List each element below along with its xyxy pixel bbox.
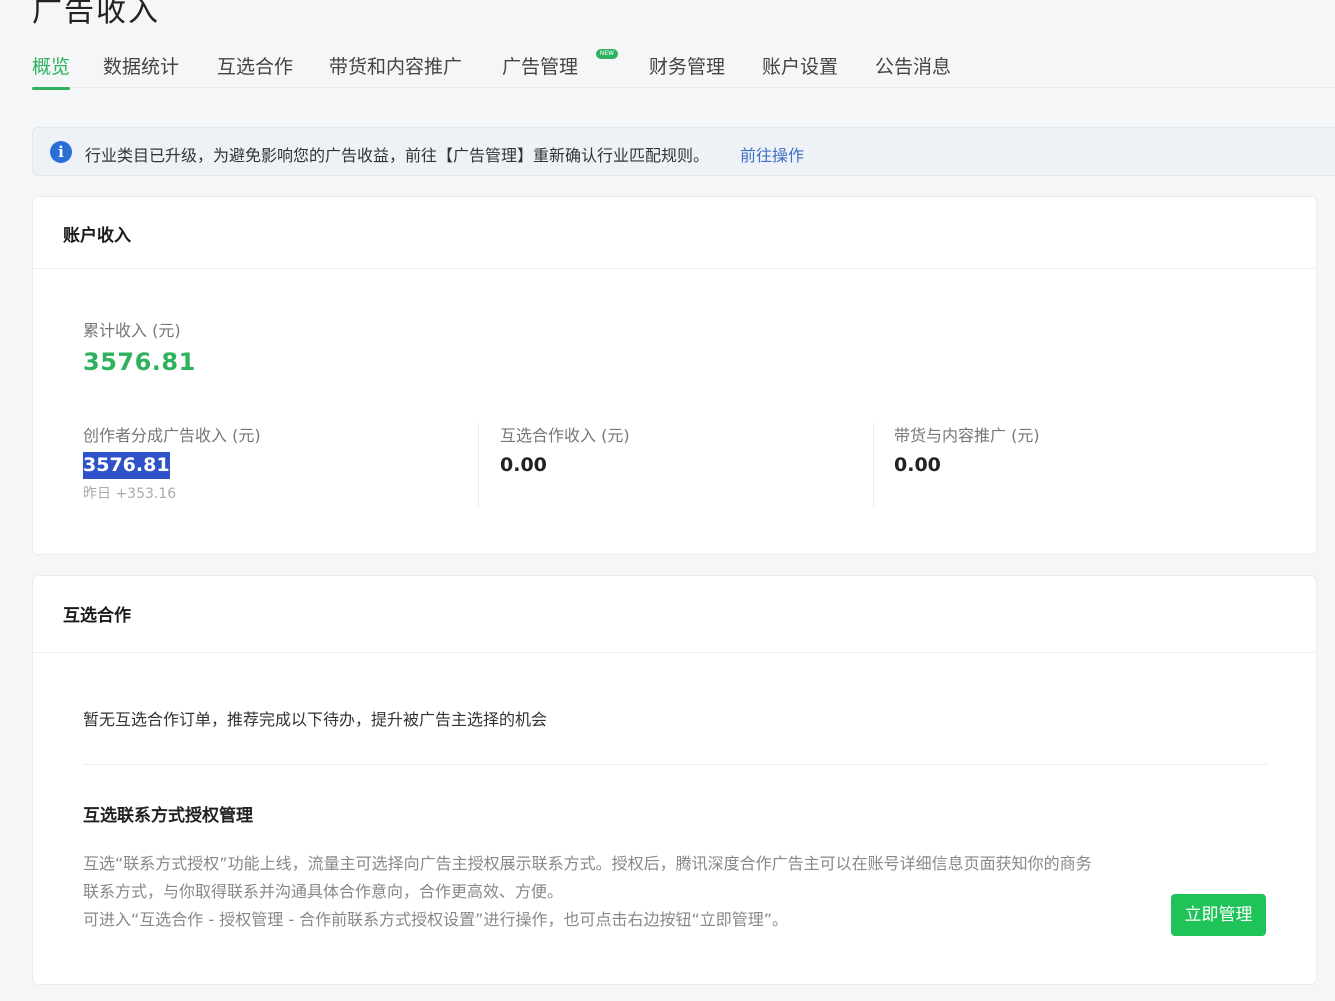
tab-data-statistics[interactable]: 数据统计 xyxy=(103,52,179,88)
total-income-label: 累计收入 (元) xyxy=(83,321,181,340)
manage-now-button[interactable]: 立即管理 xyxy=(1171,894,1266,936)
description-line: 互选“联系方式授权”功能上线，流量主可选择向广告主授权展示联系方式。授权后，腾讯… xyxy=(83,854,1092,873)
notice-banner: i 行业类目已升级，为避免影响您的广告收益，前往【广告管理】重新确认行业匹配规则… xyxy=(32,127,1335,176)
total-income-value: 3576.81 xyxy=(83,348,196,376)
account-income-title: 账户收入 xyxy=(33,197,1316,269)
divider xyxy=(478,422,479,508)
mutual-empty-text: 暂无互选合作订单，推荐完成以下待办，提升被广告主选择的机会 xyxy=(83,710,548,729)
tab-mutual-cooperation[interactable]: 互选合作 xyxy=(217,52,293,88)
description-line: 联系方式，与你取得联系并沟通具体合作意向，合作更高效、方便。 xyxy=(83,882,564,901)
account-income-card: 账户收入 累计收入 (元) 3576.81 创作者分成广告收入 (元) 3576… xyxy=(32,196,1317,555)
tab-announcements[interactable]: 公告消息 xyxy=(875,52,951,88)
stat-label: 带货与内容推广 (元) xyxy=(894,426,1040,445)
stat-label: 互选合作收入 (元) xyxy=(500,426,630,445)
stat-mutual-income: 互选合作收入 (元) 0.00 xyxy=(500,422,630,476)
mutual-cooperation-card: 互选合作 暂无互选合作订单，推荐完成以下待办，提升被广告主选择的机会 互选联系方… xyxy=(32,575,1317,985)
description-line: 可进入“互选合作 - 授权管理 - 合作前联系方式授权设置”进行操作，也可点击右… xyxy=(83,910,789,929)
tab-overview[interactable]: 概览 xyxy=(32,52,71,90)
stat-value-selected: 3576.81 xyxy=(83,452,170,479)
mutual-cooperation-title: 互选合作 xyxy=(33,576,1316,653)
tab-finance-management[interactable]: 财务管理 xyxy=(649,52,725,88)
tab-commerce-promotion[interactable]: 带货和内容推广 xyxy=(329,52,462,88)
divider xyxy=(873,422,874,508)
tab-ad-management-label: 广告管理 xyxy=(502,56,579,78)
notice-text: 行业类目已升级，为避免影响您的广告收益，前往【广告管理】重新确认行业匹配规则。 xyxy=(85,146,710,165)
tab-account-settings[interactable]: 账户设置 xyxy=(762,52,838,88)
stat-commerce-income: 带货与内容推广 (元) 0.00 xyxy=(894,422,1040,476)
notice-action-link[interactable]: 前往操作 xyxy=(740,142,804,166)
contact-auth-title: 互选联系方式授权管理 xyxy=(83,806,253,826)
tab-bar: 概览 数据统计 互选合作 带货和内容推广 广告管理 NEW 财务管理 账户设置 … xyxy=(32,46,1335,90)
stat-yesterday-delta: 昨日 +353.16 xyxy=(83,486,177,502)
tab-ad-management[interactable]: 广告管理 xyxy=(502,52,578,88)
stat-value: 0.00 xyxy=(894,454,941,476)
contact-auth-description: 互选“联系方式授权”功能上线，流量主可选择向广告主授权展示联系方式。授权后，腾讯… xyxy=(83,850,1092,934)
stat-value: 0.00 xyxy=(500,454,547,476)
ad-income-page: 广告收入 概览 数据统计 互选合作 带货和内容推广 广告管理 NEW 财务管理 … xyxy=(0,0,1335,1001)
info-icon: i xyxy=(50,141,72,163)
stat-creator-ad-income: 创作者分成广告收入 (元) 3576.81 昨日 +353.16 xyxy=(83,422,261,503)
section-divider xyxy=(83,764,1268,765)
stat-label: 创作者分成广告收入 (元) xyxy=(83,426,261,445)
new-badge: NEW xyxy=(596,49,618,59)
page-title: 广告收入 xyxy=(32,0,160,29)
